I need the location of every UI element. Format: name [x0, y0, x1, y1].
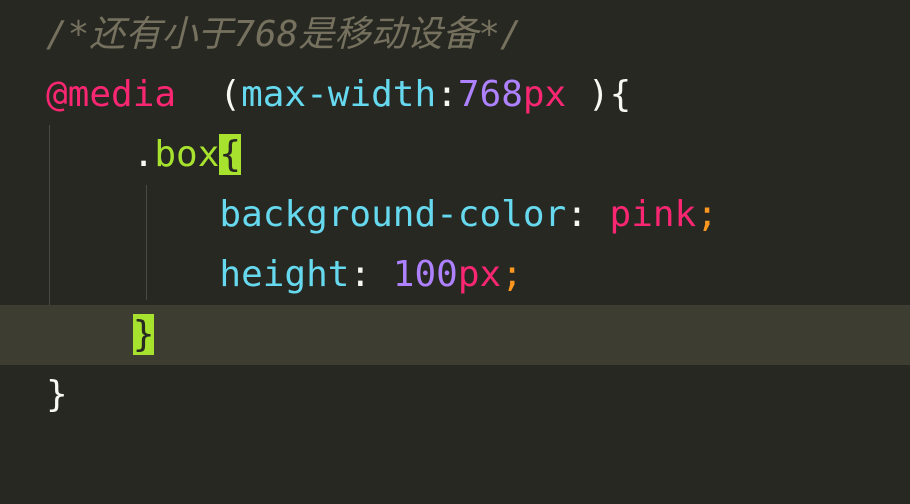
code-token-keyword: px	[457, 254, 502, 295]
code-token-property: background-color	[46, 194, 567, 235]
code-token-punctuation: (	[176, 74, 242, 115]
code-line[interactable]: /*还有小于768是移动设备*/	[0, 5, 910, 65]
code-token-punctuation: :	[349, 254, 393, 295]
code-token-bracket: {	[219, 134, 242, 175]
code-token-keyword: pink	[609, 194, 697, 235]
code-token-punctuation: :	[566, 194, 610, 235]
code-token-semicolon: ;	[696, 194, 718, 235]
code-line[interactable]: .box{	[0, 125, 910, 185]
code-token-number: 768	[457, 74, 523, 115]
code-token-keyword: px	[522, 74, 567, 115]
code-line[interactable]: }	[0, 365, 910, 425]
code-token-number: 100	[392, 254, 458, 295]
code-line[interactable]: }	[0, 305, 910, 365]
code-token-bracket: }	[132, 314, 155, 355]
code-editor[interactable]: /*还有小于768是移动设备*/ @media (max-width:768px …	[0, 0, 910, 504]
code-token-punctuation: ){	[566, 74, 632, 115]
code-line[interactable]: height: 100px;	[0, 245, 910, 305]
code-token-keyword: @media	[46, 74, 177, 115]
code-token-punctuation: }	[46, 374, 68, 415]
code-line[interactable]: background-color: pink;	[0, 185, 910, 245]
code-token-property: max-width	[241, 74, 437, 115]
code-token-semicolon: ;	[501, 254, 523, 295]
code-line[interactable]: @media (max-width:768px ){	[0, 65, 910, 125]
code-token-comment: /*还有小于768是移动设备*/	[46, 14, 522, 55]
code-token-selector: box	[154, 134, 220, 175]
code-token-punctuation: .	[46, 134, 155, 175]
code-token-punctuation	[46, 314, 133, 355]
code-token-property: height	[46, 254, 350, 295]
code-token-punctuation: :	[436, 74, 458, 115]
